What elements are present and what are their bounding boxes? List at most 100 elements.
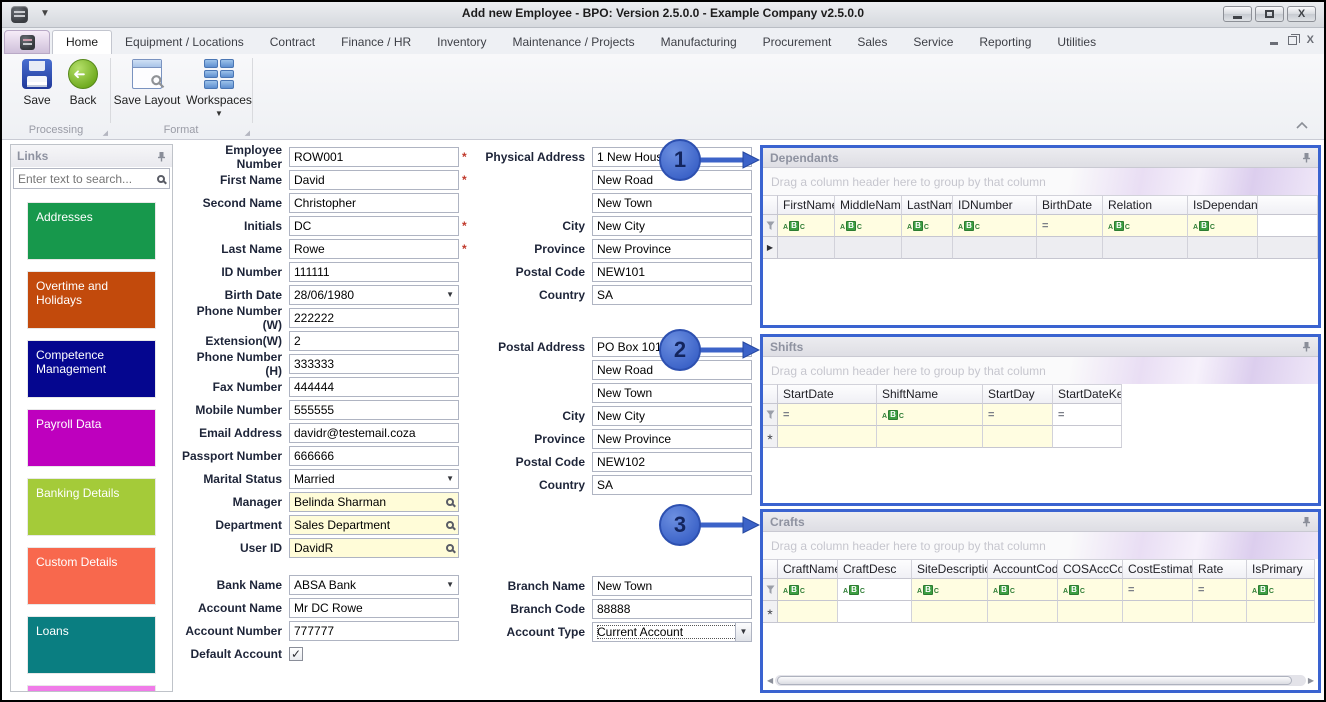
workspaces-button[interactable]: Workspaces ▼ [186,59,252,123]
abc-filter-icon[interactable]: ABC [993,585,1015,595]
tab-service[interactable]: Service [900,31,966,54]
column-header-birthdate[interactable]: BirthDate [1037,195,1103,215]
filter-cell-accountcode[interactable]: ABC [988,579,1058,601]
tab-sales[interactable]: Sales [844,31,900,54]
links-search-box[interactable] [13,168,170,189]
abc-filter-icon[interactable]: ABC [783,221,805,231]
data-cell-craftdesc[interactable] [838,601,912,623]
link-button-field[interactable] [27,685,156,692]
filter-cell-lastname[interactable]: ABC [902,215,953,237]
column-header-lastname[interactable]: LastName [902,195,953,215]
abc-filter-icon[interactable]: ABC [1252,585,1274,595]
abc-filter-icon[interactable]: ABC [840,221,862,231]
data-cell-isdependant[interactable] [1188,237,1258,259]
column-header-rate[interactable]: Rate [1193,559,1247,579]
postal-code-field[interactable]: NEW102 [592,452,752,472]
data-cell-craftname[interactable] [778,601,838,623]
data-cell-sitedescription[interactable] [912,601,988,623]
lookup-search-icon[interactable] [446,521,454,529]
column-header-startdatekey[interactable]: StartDateKey [1053,384,1122,404]
manager-field[interactable]: Belinda Sharman [289,492,459,512]
ribbon-close-icon[interactable]: X [1307,34,1314,46]
link-button-overtime-and-holidays[interactable]: Overtime and Holidays [27,271,156,329]
filter-cell-shiftname[interactable]: ABC [877,404,983,426]
email-address-field[interactable]: davidr@testemail.coza [289,423,459,443]
link-button-competence-management[interactable]: Competence Management [27,340,156,398]
abc-filter-icon[interactable]: ABC [907,221,929,231]
group-by-box[interactable]: Drag a column header here to group by th… [763,357,1318,384]
pin-icon[interactable] [1302,152,1311,163]
new-row[interactable]: * [763,601,1318,623]
search-icon[interactable] [157,175,165,183]
equals-filter-icon[interactable]: = [1058,409,1064,421]
link-button-payroll-data[interactable]: Payroll Data [27,409,156,467]
search-input[interactable] [18,172,149,186]
abc-filter-icon[interactable]: ABC [882,410,904,420]
tab-inventory[interactable]: Inventory [424,31,499,54]
group-by-box[interactable]: Drag a column header here to group by th… [763,532,1318,559]
city-field[interactable]: New City [592,216,752,236]
new-row[interactable]: * [763,426,1318,448]
empty-data-row[interactable]: ▶ [763,237,1318,259]
city-field[interactable]: New City [592,406,752,426]
tab-finance-hr[interactable]: Finance / HR [328,31,424,54]
equals-filter-icon[interactable]: = [1128,584,1134,596]
column-header-isprimary[interactable]: IsPrimary [1247,559,1315,579]
filter-cell-costestimate[interactable]: = [1123,579,1193,601]
save-layout-button[interactable]: Save Layout [114,59,180,123]
data-cell-idnumber[interactable] [953,237,1037,259]
scrollbar-thumb[interactable] [777,676,1292,685]
link-button-banking-details[interactable]: Banking Details [27,478,156,536]
id-number-field[interactable]: 111111 [289,262,459,282]
column-header-craftdesc[interactable]: CraftDesc [838,559,912,579]
column-header-firstname[interactable]: FirstName [778,195,835,215]
dropdown-caret-icon[interactable]: ▼ [446,290,454,299]
column-header-isdependant[interactable]: IsDependant [1188,195,1258,215]
last-name-field[interactable]: Rowe [289,239,459,259]
dropdown-caret-icon[interactable]: ▼ [446,474,454,483]
filter-cell-birthdate[interactable]: = [1037,215,1103,237]
marital-status-field[interactable]: Married▼ [289,469,459,489]
filter-cell-startdate[interactable]: = [778,404,877,426]
collapse-ribbon-icon[interactable] [1294,119,1310,133]
ribbon-restore-icon[interactable] [1288,36,1297,45]
column-header-accountcode[interactable]: AccountCode [988,559,1058,579]
equals-filter-icon[interactable]: = [783,409,789,421]
scroll-left-icon[interactable]: ◀ [767,676,773,685]
province-field[interactable]: New Province [592,239,752,259]
column-header-relation[interactable]: Relation [1103,195,1188,215]
tab-maintenance-projects[interactable]: Maintenance / Projects [500,31,648,54]
column-header-shiftname[interactable]: ShiftName [877,384,983,404]
phone-number-h-field[interactable]: 333333 [289,354,459,374]
data-cell-birthdate[interactable] [1037,237,1103,259]
branch-name-field[interactable]: New Town [592,576,752,596]
equals-filter-icon[interactable]: = [1198,584,1204,596]
user-id-field[interactable]: DavidR [289,538,459,558]
fax-number-field[interactable]: 444444 [289,377,459,397]
second-name-field[interactable]: Christopher [289,193,459,213]
group-by-box[interactable]: Drag a column header here to group by th… [763,168,1318,195]
filter-cell-craftdesc[interactable]: ABC [838,579,912,601]
tab-reporting[interactable]: Reporting [966,31,1044,54]
application-menu-button[interactable] [4,30,50,54]
column-header-costestimate[interactable]: CostEstimate [1123,559,1193,579]
pin-icon[interactable] [157,151,166,162]
passport-number-field[interactable]: 666666 [289,446,459,466]
filter-cell-middlename[interactable]: ABC [835,215,902,237]
abc-filter-icon[interactable]: ABC [917,585,939,595]
tab-home[interactable]: Home [52,30,112,54]
data-cell-startdatekey[interactable] [1053,426,1122,448]
department-field[interactable]: Sales Department [289,515,459,535]
column-header-startday[interactable]: StartDay [983,384,1053,404]
phone-number-w-field[interactable]: 222222 [289,308,459,328]
data-cell-relation[interactable] [1103,237,1188,259]
employee-number-field[interactable]: ROW001 [289,147,459,167]
province-field[interactable]: New Province [592,429,752,449]
equals-filter-icon[interactable]: = [1042,220,1048,232]
ribbon-minimize-icon[interactable] [1270,42,1278,45]
filter-cell-sitedescription[interactable]: ABC [912,579,988,601]
dialog-launcher-icon[interactable]: ◢ [245,129,250,137]
postal-code-field[interactable]: NEW101 [592,262,752,282]
filter-cell-firstname[interactable]: ABC [778,215,835,237]
tab-manufacturing[interactable]: Manufacturing [648,31,750,54]
